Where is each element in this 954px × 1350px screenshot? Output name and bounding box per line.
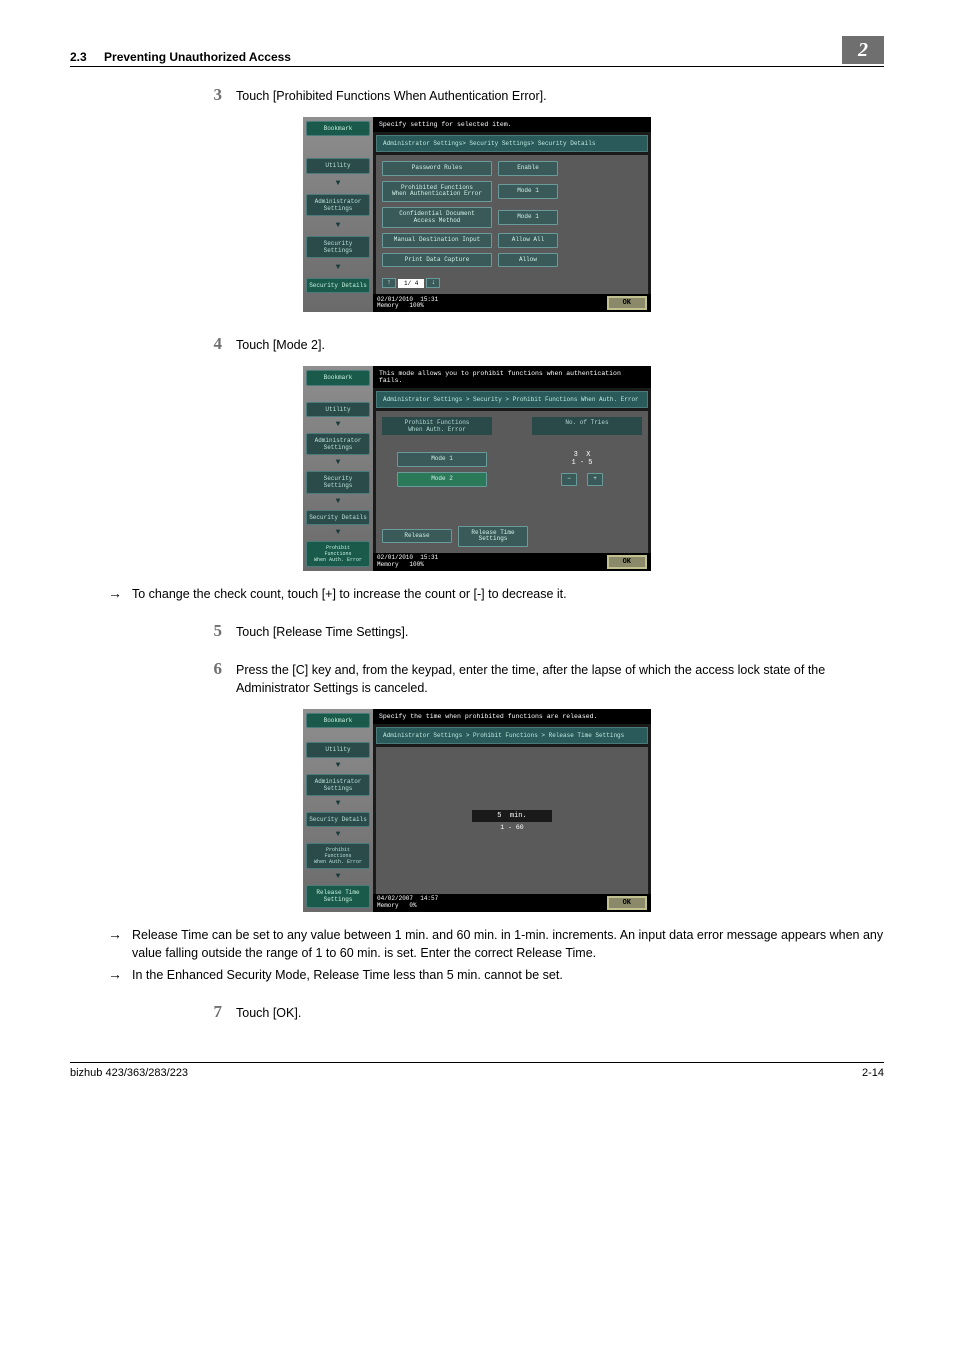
chevron-down-icon: ▼ [306, 421, 370, 429]
prohibit-functions-tab[interactable]: Prohibit Functions When Auth. Error [306, 843, 370, 869]
bullet: → In the Enhanced Security Mode, Release… [108, 966, 884, 984]
utility-tab[interactable]: Utility [306, 402, 370, 417]
step-4: 4 Touch [Mode 2]. [198, 334, 884, 354]
bookmark-tab[interactable]: Bookmark [306, 121, 370, 136]
chevron-down-icon: ▼ [306, 180, 370, 188]
step-5: 5 Touch [Release Time Settings]. [198, 621, 884, 641]
screenshot-release-time: Bookmark Utility ▼ Administrator Setting… [303, 709, 651, 911]
plus-button[interactable]: + [587, 473, 603, 486]
chevron-down-icon: ▼ [306, 498, 370, 506]
screen-instruction: Specify setting for selected item. [373, 117, 651, 132]
release-button[interactable]: Release [382, 529, 452, 544]
screenshot-security-details: Bookmark Utility ▼ Administrator Setting… [303, 117, 651, 312]
mode1-button[interactable]: Mode 1 [397, 452, 487, 467]
breadcrumb: Administrator Settings > Security > Proh… [376, 391, 648, 408]
bullet: → To change the check count, touch [+] t… [108, 585, 884, 603]
password-rules-button[interactable]: Password Rules [382, 161, 492, 176]
step-number: 7 [198, 1002, 236, 1022]
screen-instruction: This mode allows you to prohibit functio… [373, 366, 651, 388]
breadcrumb: Administrator Settings > Prohibit Functi… [376, 727, 648, 744]
security-details-tab[interactable]: Security Details [306, 510, 370, 525]
chapter-badge: 2 [842, 36, 884, 64]
step-6: 6 Press the [C] key and, from the keypad… [198, 659, 884, 697]
step-number: 3 [198, 85, 236, 105]
step-text: Touch [Release Time Settings]. [236, 621, 884, 641]
release-time-value: 5 min. 1 - 60 [472, 810, 552, 831]
status-bar: 02/01/2010 15:31 Memory 100% [377, 297, 438, 310]
admin-settings-tab[interactable]: Administrator Settings [306, 774, 370, 796]
page-header: 2.3 Preventing Unauthorized Access 2 [70, 36, 884, 67]
admin-settings-tab[interactable]: Administrator Settings [306, 194, 370, 216]
section-number: 2.3 [70, 50, 87, 64]
chevron-down-icon: ▼ [306, 800, 370, 808]
prohibited-functions-value[interactable]: Mode 1 [498, 184, 558, 199]
step-text: Press the [C] key and, from the keypad, … [236, 659, 884, 697]
footer-right: 2-14 [862, 1067, 884, 1079]
admin-settings-tab[interactable]: Administrator Settings [306, 433, 370, 455]
arrow-icon: → [108, 966, 132, 984]
bullet-text: Release Time can be set to any value bet… [132, 926, 884, 962]
chevron-down-icon: ▼ [306, 264, 370, 272]
release-time-tab[interactable]: Release Time Settings [306, 885, 370, 907]
utility-tab[interactable]: Utility [306, 158, 370, 173]
chevron-down-icon: ▼ [306, 873, 370, 881]
bookmark-tab[interactable]: Bookmark [306, 370, 370, 385]
chevron-down-icon: ▼ [306, 762, 370, 770]
arrow-icon: → [108, 585, 132, 603]
section-title: Preventing Unauthorized Access [104, 50, 291, 64]
chevron-down-icon: ▼ [306, 459, 370, 467]
step-7: 7 Touch [OK]. [198, 1002, 884, 1022]
page-down-button[interactable]: ↓ [426, 278, 440, 288]
bullet: → Release Time can be set to any value b… [108, 926, 884, 962]
breadcrumb: Administrator Settings> Security Setting… [376, 135, 648, 152]
page-up-button[interactable]: ↑ [382, 278, 396, 288]
bookmark-tab[interactable]: Bookmark [306, 713, 370, 728]
chevron-down-icon: ▼ [306, 222, 370, 230]
section-heading: 2.3 Preventing Unauthorized Access [70, 50, 291, 64]
release-time-settings-button[interactable]: Release Time Settings [458, 526, 528, 547]
confidential-doc-button[interactable]: Confidential Document Access Method [382, 207, 492, 228]
prohibited-functions-button[interactable]: Prohibited Functions When Authentication… [382, 181, 492, 202]
utility-tab[interactable]: Utility [306, 742, 370, 757]
step-text: Touch [Prohibited Functions When Authent… [236, 85, 884, 105]
prohibit-functions-tab[interactable]: Prohibit Functions When Auth. Error [306, 541, 370, 567]
security-details-tab[interactable]: Security Details [306, 812, 370, 827]
step-text: Touch [Mode 2]. [236, 334, 884, 354]
bullet-text: To change the check count, touch [+] to … [132, 585, 884, 603]
status-bar: 02/01/2010 15:31 Memory 100% [377, 555, 438, 568]
chevron-down-icon: ▼ [306, 529, 370, 537]
step-number: 5 [198, 621, 236, 641]
ok-button[interactable]: OK [607, 896, 647, 910]
footer-left: bizhub 423/363/283/223 [70, 1067, 188, 1079]
ok-button[interactable]: OK [607, 555, 647, 569]
step-number: 4 [198, 334, 236, 354]
step-3: 3 Touch [Prohibited Functions When Authe… [198, 85, 884, 105]
ok-button[interactable]: OK [607, 296, 647, 310]
security-details-tab[interactable]: Security Details [306, 278, 370, 293]
manual-dest-button[interactable]: Manual Destination Input [382, 233, 492, 248]
tries-display: 3 X 1 - 5 [537, 451, 627, 467]
security-settings-tab[interactable]: Security Settings [306, 471, 370, 493]
column-header: No. of Tries [532, 417, 642, 435]
page-indicator: 1/ 4 [398, 279, 424, 288]
security-settings-tab[interactable]: Security Settings [306, 236, 370, 258]
confidential-doc-value[interactable]: Mode 1 [498, 210, 558, 225]
minus-button[interactable]: − [561, 473, 577, 486]
mode2-button[interactable]: Mode 2 [397, 472, 487, 487]
chevron-down-icon: ▼ [306, 831, 370, 839]
manual-dest-value[interactable]: Allow All [498, 233, 558, 248]
status-bar: 04/02/2007 14:57 Memory 0% [377, 896, 438, 909]
page-footer: bizhub 423/363/283/223 2-14 [70, 1062, 884, 1079]
arrow-icon: → [108, 926, 132, 962]
bullet-text: In the Enhanced Security Mode, Release T… [132, 966, 884, 984]
step-number: 6 [198, 659, 236, 697]
column-header: Prohibit Functions When Auth. Error [382, 417, 492, 435]
print-capture-button[interactable]: Print Data Capture [382, 253, 492, 268]
print-capture-value[interactable]: Allow [498, 253, 558, 268]
screen-instruction: Specify the time when prohibited functio… [373, 709, 651, 724]
step-text: Touch [OK]. [236, 1002, 884, 1022]
screenshot-prohibit-functions: Bookmark Utility ▼ Administrator Setting… [303, 366, 651, 570]
password-rules-value[interactable]: Enable [498, 161, 558, 176]
